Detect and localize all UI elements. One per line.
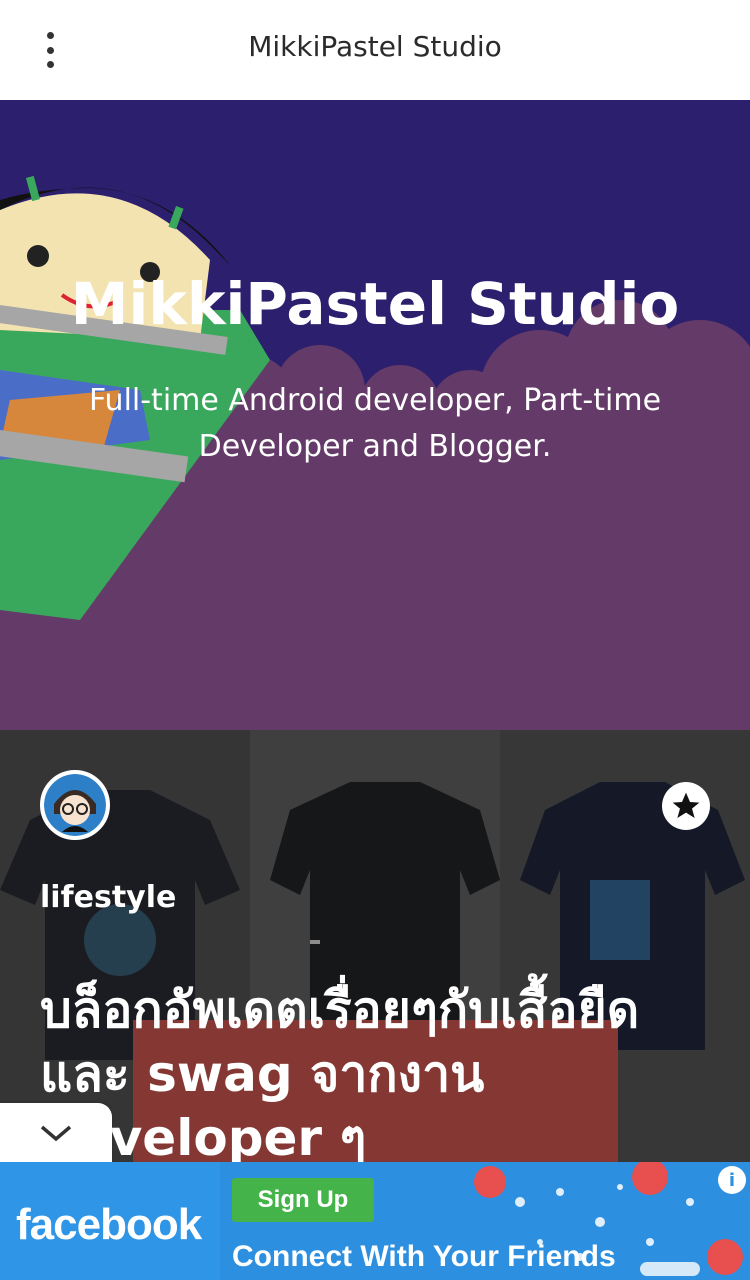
ad-tagline: Connect With Your Friends (232, 1240, 616, 1273)
hero-title: MikkiPastel Studio (70, 270, 680, 338)
sign-up-button[interactable]: Sign Up (232, 1178, 374, 1222)
post-title[interactable]: บล็อกอัพเดตเรื่อยๆกับเสื้อยืด และ swag จ… (40, 978, 710, 1162)
ad-banner[interactable]: facebook Sign Up Connect With Your Frien… (0, 1162, 750, 1280)
chevron-down-icon (40, 1125, 72, 1142)
top-app-bar: MikkiPastel Studio (0, 0, 750, 100)
hero-subtitle: Full-time Android developer, Part-time D… (88, 383, 662, 464)
bookmark-button[interactable] (662, 782, 710, 830)
hero-banner: MikkiPastel Studio Full-time Android dev… (0, 100, 750, 730)
app-title: MikkiPastel Studio (248, 30, 502, 63)
star-icon (672, 792, 700, 818)
facebook-logo: facebook (16, 1200, 202, 1249)
adchoices-icon[interactable]: i (718, 1166, 746, 1194)
post-card[interactable]: lifestyle บล็อกอัพเดตเรื่อยๆกับเสื้อยืด … (0, 730, 750, 1162)
collapse-button[interactable] (0, 1103, 112, 1163)
author-avatar[interactable] (40, 770, 110, 840)
post-category[interactable]: lifestyle (40, 880, 176, 915)
avatar-image (44, 774, 106, 836)
